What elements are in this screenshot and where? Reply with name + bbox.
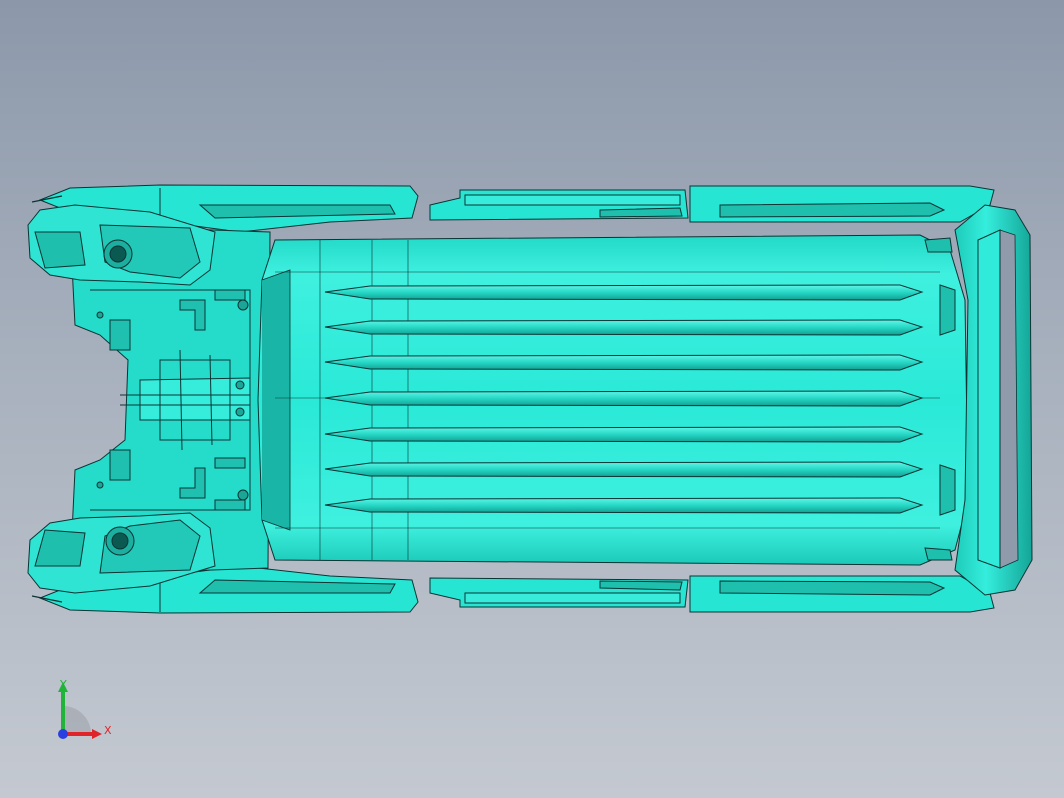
y-axis-label: Y: [59, 678, 67, 691]
x-axis-label: X: [104, 724, 112, 737]
z-axis-dot: [58, 729, 68, 739]
x-axis-arrowhead: [92, 729, 102, 739]
triad-plane-shade: [63, 706, 91, 734]
car-body-model[interactable]: [0, 0, 1064, 798]
coordinate-triad: Y X: [58, 678, 112, 739]
graphics-viewport[interactable]: Y X: [0, 0, 1064, 798]
